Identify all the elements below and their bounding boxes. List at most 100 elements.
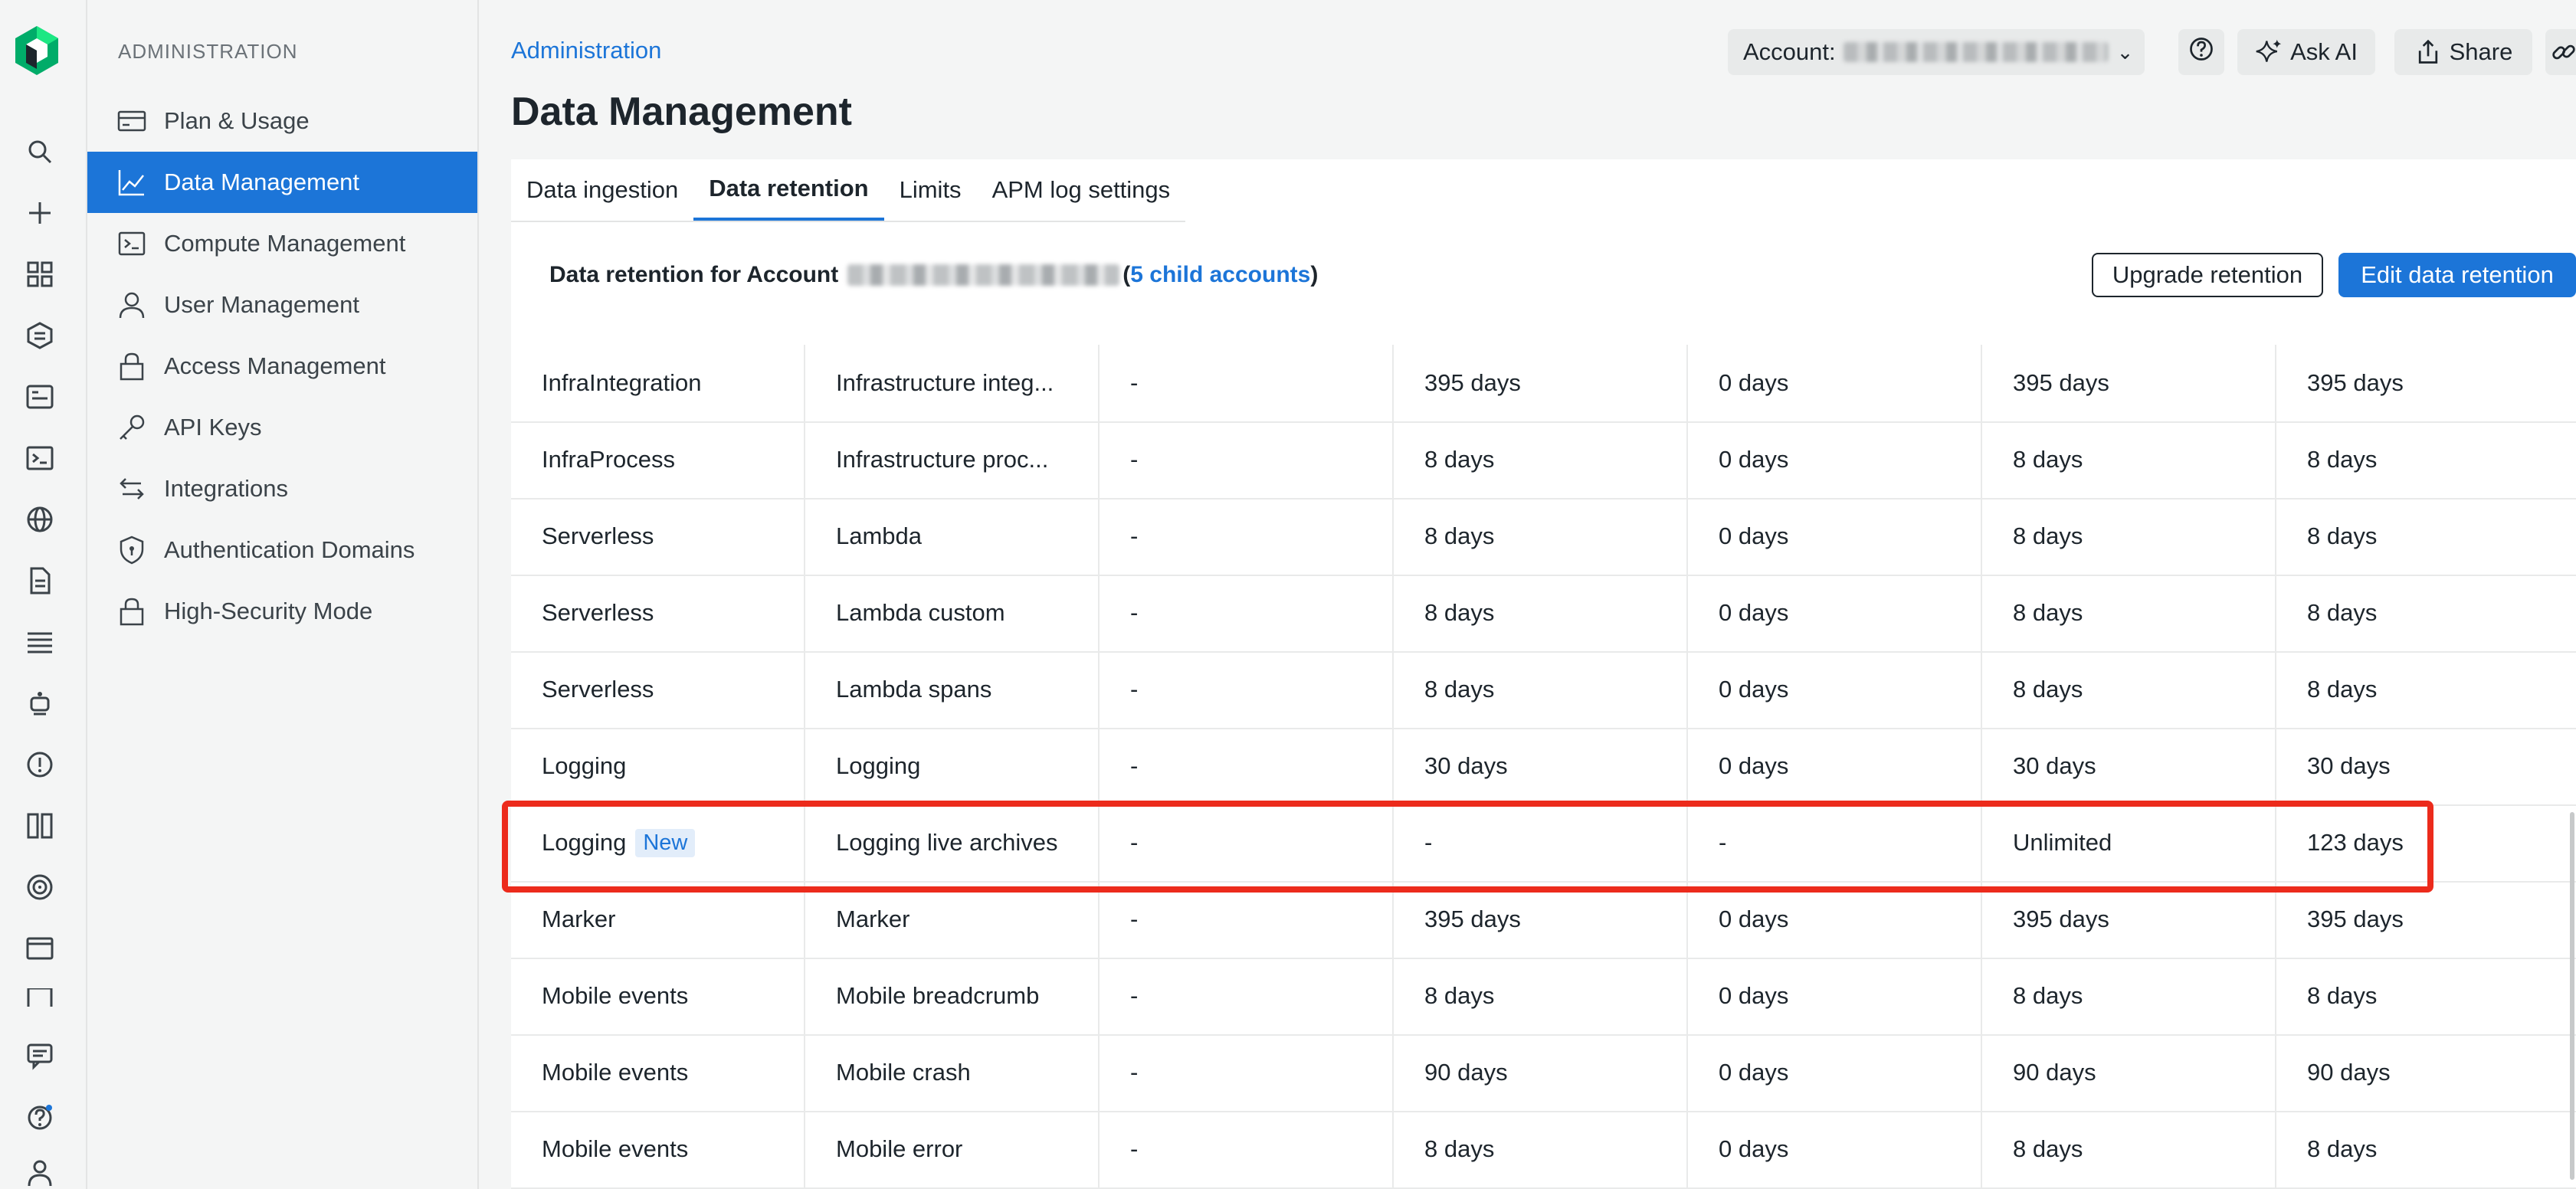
sidebar-item-high-security-mode[interactable]: High-Security Mode: [87, 581, 477, 642]
table-cell-col5: 0 days: [1688, 421, 1982, 498]
ask-ai-button[interactable]: Ask AI: [2237, 29, 2375, 75]
sidebar-item-api-keys[interactable]: API Keys: [87, 397, 477, 458]
table-cell-col4: 8 days: [1394, 651, 1688, 728]
tab-data-retention[interactable]: Data retention: [693, 159, 884, 221]
table-row: Marker Marker - 395 days 0 days 395 days 395 d…: [511, 881, 2576, 959]
cell-text: Logging live archives: [836, 829, 1058, 856]
sidebar-item-label: Authentication Domains: [164, 536, 415, 563]
new-relic-logo-icon[interactable]: [14, 25, 60, 77]
table-cell-event-type: Mobile breadcrumb: [805, 958, 1100, 1034]
sidebar-item-data-management[interactable]: Data Management: [87, 152, 477, 213]
cell-text: 30 days: [2307, 752, 2391, 779]
table-cell-col7: 8 days: [2276, 575, 2576, 651]
child-accounts-link[interactable]: 5 child accounts: [1130, 262, 1310, 288]
table-cell-col6: 8 days: [1982, 575, 2276, 651]
tab-limits[interactable]: Limits: [884, 159, 977, 221]
account-selector[interactable]: Account: ⌄: [1728, 29, 2145, 75]
table-cell-col6: 8 days: [1982, 1111, 2276, 1187]
cell-text: 395 days: [2013, 369, 2109, 396]
cell-text: 8 days: [2307, 676, 2378, 703]
add-icon[interactable]: [21, 195, 58, 231]
logs-icon[interactable]: [21, 624, 58, 660]
table-row: Serverless Lambda custom - 8 days 0 days 8 da…: [511, 575, 2576, 653]
globe-icon[interactable]: [21, 501, 58, 538]
cell-text: 0 days: [1719, 369, 1789, 396]
sidebar-item-label: Compute Management: [164, 230, 406, 257]
cell-text: Lambda: [836, 522, 923, 549]
more-apps-icon[interactable]: [21, 988, 58, 1007]
tab-data-ingestion[interactable]: Data ingestion: [511, 159, 693, 221]
ask-ai-label: Ask AI: [2290, 38, 2358, 65]
table-cell-col3: -: [1100, 728, 1394, 804]
sidebar-item-plan-usage[interactable]: Plan & Usage: [87, 90, 477, 152]
cell-text: -: [1424, 829, 1433, 856]
table-cell-col4: 8 days: [1394, 958, 1688, 1034]
sidebar-item-integrations[interactable]: Integrations: [87, 458, 477, 519]
cell-text: -: [1130, 522, 1139, 549]
copy-link-button[interactable]: [2545, 29, 2576, 75]
table-cell-col5: 0 days: [1688, 1111, 1982, 1187]
redacted-account-name: [1843, 42, 2108, 62]
cell-text: Lambda custom: [836, 599, 1005, 626]
breadcrumb[interactable]: Administration: [511, 37, 661, 64]
cell-text: 8 days: [2013, 446, 2083, 473]
profile-icon[interactable]: [21, 1157, 58, 1189]
icon-rail: [0, 0, 87, 1189]
upgrade-retention-button[interactable]: Upgrade retention: [2092, 253, 2323, 297]
sidebar-item-label: High-Security Mode: [164, 598, 373, 624]
cell-text: -: [1130, 676, 1139, 703]
table-cell-event-type: Lambda spans: [805, 651, 1100, 728]
page-title: Data Management: [511, 90, 852, 134]
cell-text: 8 days: [1424, 1135, 1495, 1162]
cell-text: -: [1130, 829, 1139, 856]
arrows-icon: [115, 472, 149, 506]
redacted-account-name: [847, 264, 1120, 286]
cell-text: 8 days: [2307, 982, 2378, 1009]
cell-text: 8 days: [2307, 599, 2378, 626]
share-button[interactable]: Share: [2394, 29, 2532, 75]
apps-grid-icon[interactable]: [21, 256, 58, 293]
table-cell-col7: 30 days: [2276, 728, 2576, 804]
cell-text: InfraIntegration: [542, 369, 702, 396]
table-cell-event-type: Logging live archives: [805, 804, 1100, 881]
table-cell-col4: 8 days: [1394, 421, 1688, 498]
cell-text: 90 days: [2013, 1059, 2096, 1086]
tab-apm-log-settings[interactable]: APM log settings: [977, 159, 1186, 221]
cell-text: -: [1719, 829, 1727, 856]
help-icon[interactable]: [21, 1099, 58, 1135]
cell-text: 395 days: [2307, 906, 2404, 932]
table-cell-event-type: Marker: [805, 881, 1100, 958]
sidebar-item-user-management[interactable]: User Management: [87, 274, 477, 336]
dashboard-icon[interactable]: [21, 378, 58, 415]
table-row: Mobile events Mobile crash - 90 days 0 days 9…: [511, 1034, 2576, 1112]
edit-data-retention-button[interactable]: Edit data retention: [2338, 253, 2576, 297]
feedback-icon[interactable]: [21, 1037, 58, 1074]
robot-icon[interactable]: [21, 685, 58, 722]
scrollbar[interactable]: [2570, 812, 2574, 1180]
entities-icon[interactable]: [21, 317, 58, 354]
lock-icon: [115, 349, 149, 383]
cell-text: Serverless: [542, 599, 654, 626]
table-cell-category: InfraProcess: [511, 421, 805, 498]
cell-text: 0 days: [1719, 906, 1789, 932]
cell-text: 8 days: [2013, 1135, 2083, 1162]
columns-icon[interactable]: [21, 807, 58, 844]
sidebar-item-authentication-domains[interactable]: Authentication Domains: [87, 519, 477, 581]
document-icon[interactable]: [21, 562, 58, 599]
cell-text: Logging: [542, 752, 627, 779]
sidebar-item-access-management[interactable]: Access Management: [87, 336, 477, 397]
cell-text: Lambda spans: [836, 676, 992, 703]
terminal-icon[interactable]: [21, 440, 58, 477]
table-cell-col5: 0 days: [1688, 958, 1982, 1034]
lock-icon: [115, 594, 149, 628]
help-button[interactable]: [2178, 29, 2224, 75]
target-icon[interactable]: [21, 869, 58, 906]
table-cell-category: InfraIntegration: [511, 345, 805, 421]
cell-text: 0 days: [1719, 1135, 1789, 1162]
table-cell-col6: 90 days: [1982, 1034, 2276, 1111]
sidebar-item-compute-management[interactable]: Compute Management: [87, 213, 477, 274]
cell-text: Mobile events: [542, 982, 689, 1009]
browser-icon[interactable]: [21, 930, 58, 967]
alert-icon[interactable]: [21, 746, 58, 783]
search-icon[interactable]: [21, 133, 58, 170]
